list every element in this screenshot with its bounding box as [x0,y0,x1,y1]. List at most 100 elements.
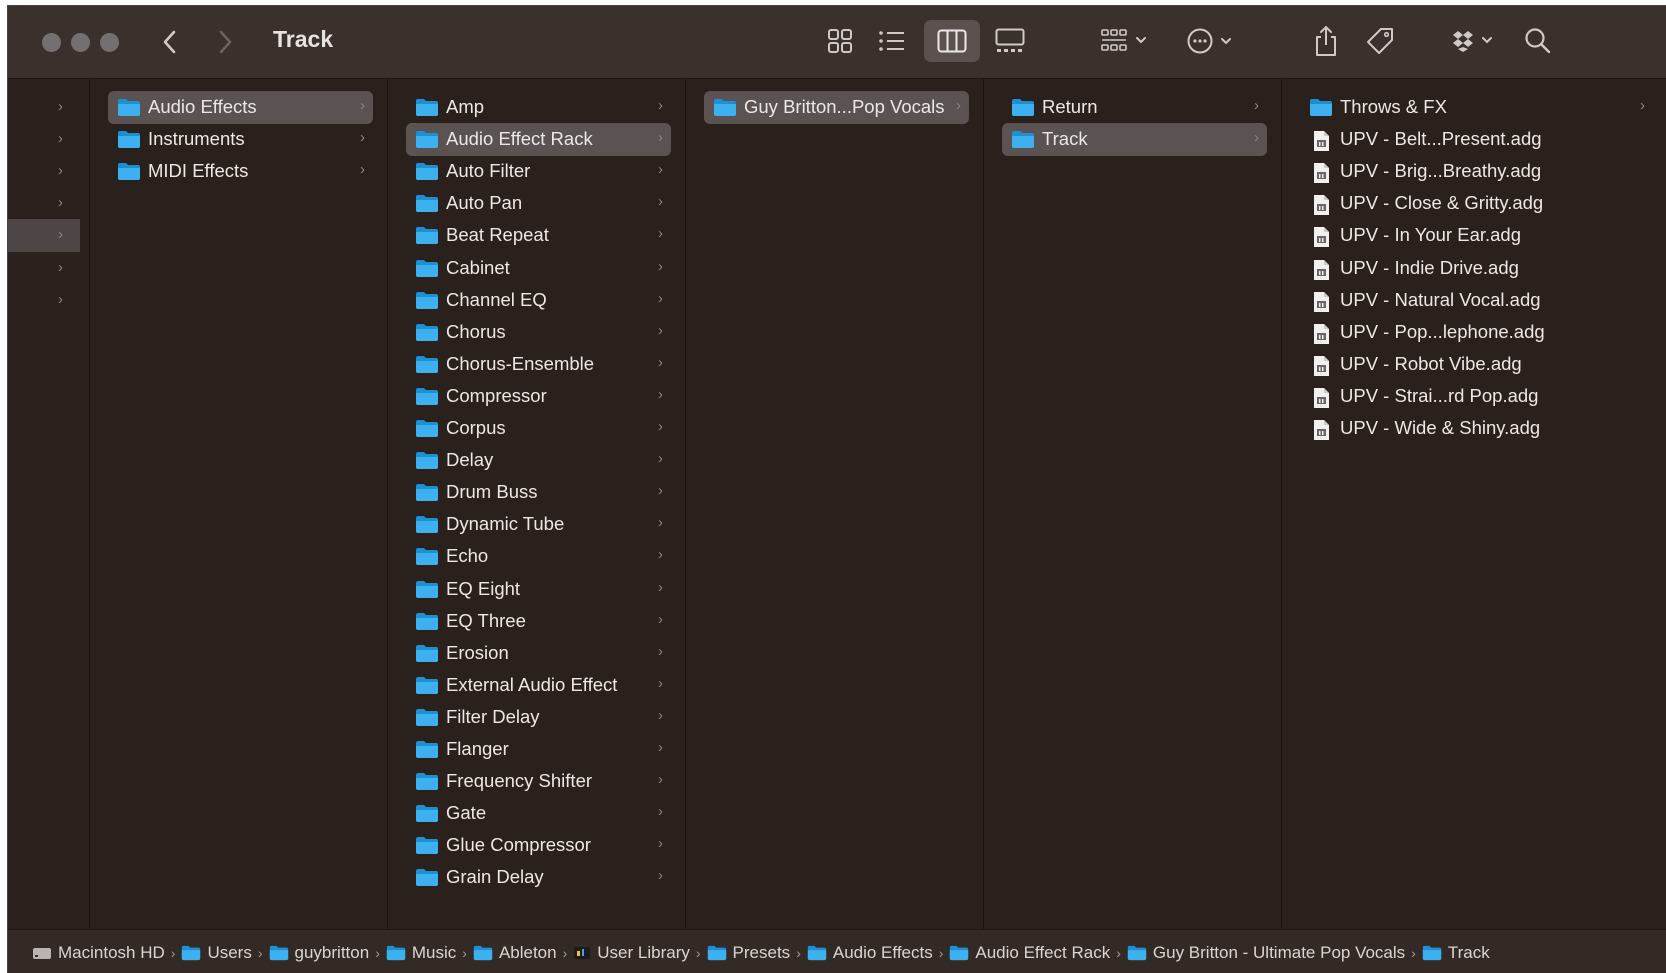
folder-item[interactable]: Amp › [406,91,671,124]
breadcrumb-item[interactable]: guybritton › [269,943,380,963]
breadcrumb-separator: › [938,945,944,961]
folder-item[interactable]: Throws & FX › [1300,91,1653,124]
dropbox-button[interactable] [1448,20,1504,62]
chevron-right-icon: › [658,867,663,885]
forward-button[interactable] [207,22,243,62]
folder-item[interactable]: EQ Eight › [406,573,671,606]
close-window-button[interactable] [42,33,61,52]
folder-item[interactable]: Flanger › [406,733,671,766]
collapsed-folder-item[interactable]: › [8,187,80,220]
folder-item[interactable]: Dynamic Tube › [406,508,671,541]
file-item[interactable]: UPV - Strai...rd Pop.adg [1300,380,1653,413]
folder-item[interactable]: MIDI Effects › [108,155,373,188]
folder-item[interactable]: Cabinet › [406,252,671,285]
document-icon-wrap [1309,387,1333,408]
gallery-view-button[interactable] [990,20,1030,62]
chevron-right-icon: › [658,578,663,596]
share-button[interactable] [1308,20,1344,62]
item-label: Channel EQ [446,288,547,310]
file-item[interactable]: UPV - In Your Ear.adg [1300,219,1653,252]
document-icon-wrap [1309,226,1333,248]
folder-icon-wrap [117,98,141,117]
folder-item[interactable]: Frequency Shifter › [406,765,671,798]
folder-item[interactable]: Channel EQ › [406,284,671,317]
folder-item[interactable]: EQ Three › [406,605,671,638]
folder-item[interactable]: Guy Britton...Pop Vocals › [704,91,969,124]
document-icon [1314,259,1329,280]
folder-item[interactable]: Instruments › [108,123,373,156]
folder-icon-wrap [415,451,439,470]
collapsed-folder-item[interactable]: › [8,252,80,285]
folder-item[interactable]: Gate › [406,797,671,830]
folder-item[interactable]: Chorus-Ensemble › [406,348,671,381]
file-item[interactable]: UPV - Pop...lephone.adg [1300,316,1653,349]
folder-item[interactable]: Filter Delay › [406,701,671,734]
collapsed-folder-item[interactable]: › [8,91,80,124]
group-button[interactable] [1098,20,1154,62]
folder-item[interactable]: Return › [1002,91,1267,124]
folder-item[interactable]: Audio Effect Rack › [406,123,671,157]
folder-icon [416,773,438,791]
file-item[interactable]: UPV - Brig...Breathy.adg [1300,155,1653,188]
column-view-button[interactable] [924,20,980,62]
folder-item[interactable]: Corpus › [406,412,671,445]
list-view-button[interactable] [874,20,910,62]
file-item[interactable]: UPV - Wide & Shiny.adg [1300,412,1653,445]
item-label: External Audio Effect [446,673,618,695]
tag-button[interactable] [1362,20,1398,62]
folder-item[interactable]: Compressor › [406,380,671,413]
folder-item[interactable]: Auto Filter › [406,155,671,188]
breadcrumb-label: Presets [732,943,791,962]
file-item[interactable]: UPV - Natural Vocal.adg [1300,284,1653,317]
minimize-window-button[interactable] [71,33,90,52]
folder-item[interactable]: Drum Buss › [406,476,671,509]
folder-icon [416,452,438,470]
icon-view-button[interactable] [822,20,858,62]
breadcrumb-item[interactable]: Ableton › [473,943,567,963]
folder-item[interactable]: Echo › [406,540,671,573]
folder-item[interactable]: Erosion › [406,637,671,670]
folder-item[interactable]: Auto Pan › [406,187,671,220]
folder-item[interactable]: Track › [1002,123,1267,157]
folder-item[interactable]: Beat Repeat › [406,219,671,252]
back-button[interactable] [153,22,189,62]
breadcrumb-label: Track [1447,943,1490,962]
file-item[interactable]: UPV - Belt...Present.adg [1300,123,1653,156]
folder-item[interactable]: Grain Delay › [406,861,671,894]
chevron-right-icon: › [1640,97,1645,114]
item-label: Amp [446,96,485,117]
folder-icon [118,163,140,181]
folder-item[interactable]: Delay › [406,444,671,477]
breadcrumb-item[interactable]: Audio Effect Rack › [949,943,1121,963]
file-item[interactable]: UPV - Close & Gritty.adg [1300,187,1653,220]
breadcrumb-label: guybritton [294,943,370,962]
breadcrumb-label: Ableton [498,943,557,962]
collapsed-folder-item[interactable]: › [8,219,80,253]
breadcrumb-separator: › [562,945,568,961]
collapsed-folder-item[interactable]: › [8,155,80,188]
file-item[interactable]: UPV - Indie Drive.adg [1300,252,1653,285]
collapsed-folder-item[interactable]: › [8,123,80,156]
breadcrumb-item[interactable]: Track [1422,943,1490,963]
breadcrumb-item[interactable]: Music › [386,943,467,963]
chevron-right-icon: › [658,353,663,371]
folder-item[interactable]: Chorus › [406,316,671,349]
breadcrumb-item[interactable]: Presets › [707,943,801,963]
breadcrumb-item[interactable]: Guy Britton - Ultimate Pop Vocals › [1127,943,1416,963]
folder-icon [416,837,438,855]
search-button[interactable] [1520,20,1556,62]
folder-item[interactable]: External Audio Effect › [406,669,671,702]
breadcrumb-item[interactable]: Audio Effects › [807,943,944,963]
document-icon [1314,355,1329,376]
collapsed-folder-item[interactable]: › [8,284,80,317]
breadcrumb-item[interactable]: Macintosh HD › [32,943,175,963]
folder-item[interactable]: Glue Compressor › [406,829,671,862]
more-actions-button[interactable] [1184,20,1240,62]
file-item[interactable]: UPV - Robot Vibe.adg [1300,348,1653,381]
folder-icon [416,516,438,534]
breadcrumb-item[interactable]: Users › [181,943,263,963]
document-icon-wrap [1309,162,1333,184]
zoom-window-button[interactable] [100,33,119,52]
breadcrumb-item[interactable]: User Library › [573,943,701,963]
folder-item[interactable]: Audio Effects › [108,91,373,124]
